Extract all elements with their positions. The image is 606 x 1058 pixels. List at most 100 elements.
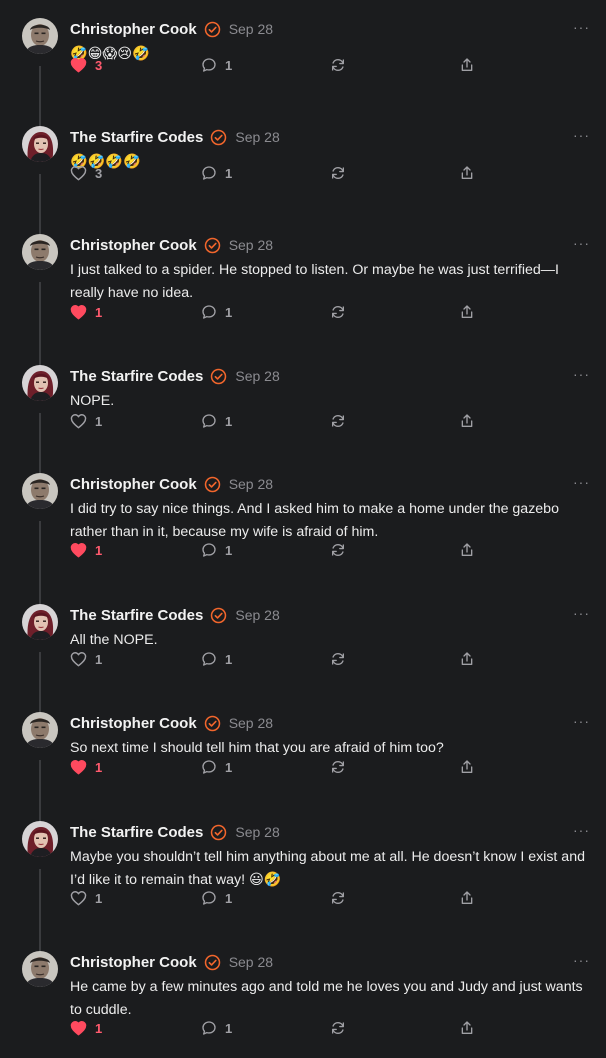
comment-date[interactable]: Sep 28 [229,21,273,37]
more-options-icon[interactable]: ··· [573,606,590,620]
reply-button[interactable]: 1 [201,757,232,777]
avatar[interactable] [22,234,58,270]
restack-button[interactable] [330,540,346,560]
heart-icon [70,166,87,181]
author-name[interactable]: The Starfire Codes [70,607,203,624]
like-button[interactable]: 1 [70,1018,102,1038]
heart-icon [70,891,87,906]
avatar[interactable] [22,126,58,162]
reply-button[interactable]: 1 [201,888,232,908]
reply-button[interactable]: 1 [201,302,232,322]
comment-date[interactable]: Sep 28 [235,368,279,384]
share-icon [461,652,473,665]
share-button[interactable] [459,540,475,560]
comment-header: The Starfire Codes Sep 28 [70,821,280,843]
author-name[interactable]: The Starfire Codes [70,129,203,146]
restack-button[interactable] [330,757,346,777]
comment-icon [202,891,216,905]
more-options-icon[interactable]: ··· [573,367,590,381]
reply-button[interactable]: 1 [201,1018,232,1038]
more-options-icon[interactable]: ··· [573,475,590,489]
share-button[interactable] [459,888,475,908]
share-button[interactable] [459,1018,475,1038]
comment-date[interactable]: Sep 28 [229,237,273,253]
verified-badge-icon [204,237,220,253]
author-name[interactable]: Christopher Cook [70,21,197,38]
avatar[interactable] [22,473,58,509]
avatar[interactable] [22,951,58,987]
author-name[interactable]: Christopher Cook [70,237,197,254]
like-button[interactable]: 1 [70,540,102,560]
comment-icon [202,414,216,428]
comment-count: 1 [225,542,233,558]
comment-icon [202,166,216,180]
share-button[interactable] [459,302,475,322]
reply-button[interactable]: 1 [201,649,232,669]
author-name[interactable]: The Starfire Codes [70,824,203,841]
like-count: 1 [95,1020,103,1036]
author-name[interactable]: The Starfire Codes [70,368,203,385]
comment-date[interactable]: Sep 28 [235,607,279,623]
reply-button[interactable]: 1 [201,540,232,560]
comment-date[interactable]: Sep 28 [229,954,273,970]
share-button[interactable] [459,757,475,777]
comment-icon [202,760,216,774]
thread-line [39,652,41,712]
like-button[interactable]: 3 [70,55,102,75]
more-options-icon[interactable]: ··· [573,953,590,967]
reply-button[interactable]: 1 [201,163,232,183]
heart-icon [70,58,87,73]
restack-button[interactable] [330,302,346,322]
like-button[interactable]: 1 [70,649,102,669]
comment-actions: 1 1 [70,302,490,322]
restack-button[interactable] [330,1018,346,1038]
restack-button[interactable] [330,411,346,431]
share-icon [461,760,473,773]
verified-badge-icon [211,368,227,384]
avatar[interactable] [22,821,58,857]
restack-button[interactable] [330,163,346,183]
like-button[interactable]: 1 [70,302,102,322]
comment-thread: Christopher Cook Sep 28 ··· 🤣😁😱😢🤣 3 1 Th… [0,0,606,1058]
comment-count: 1 [225,165,233,181]
avatar-image [22,951,58,987]
like-button[interactable]: 1 [70,411,102,431]
comment-count: 1 [225,651,233,667]
reply-button[interactable]: 1 [201,55,232,75]
comment-actions: 1 1 [70,888,490,908]
comment-date[interactable]: Sep 28 [235,129,279,145]
avatar[interactable] [22,604,58,640]
restack-button[interactable] [330,649,346,669]
more-options-icon[interactable]: ··· [573,236,590,250]
restack-button[interactable] [330,55,346,75]
comment-body: I just talked to a spider. He stopped to… [70,262,559,301]
author-name[interactable]: Christopher Cook [70,715,197,732]
comment-date[interactable]: Sep 28 [235,824,279,840]
comment-actions: 3 1 [70,163,490,183]
author-name[interactable]: Christopher Cook [70,476,197,493]
comment-date[interactable]: Sep 28 [229,476,273,492]
share-button[interactable] [459,411,475,431]
share-icon [461,414,473,427]
like-button[interactable]: 1 [70,888,102,908]
avatar[interactable] [22,365,58,401]
reply-button[interactable]: 1 [201,411,232,431]
share-button[interactable] [459,55,475,75]
more-options-icon[interactable]: ··· [573,20,590,34]
verified-badge-icon [211,607,227,623]
share-button[interactable] [459,649,475,669]
share-button[interactable] [459,163,475,183]
like-button[interactable]: 1 [70,757,102,777]
more-options-icon[interactable]: ··· [573,128,590,142]
author-name[interactable]: Christopher Cook [70,954,197,971]
heart-icon [70,414,87,429]
avatar[interactable] [22,712,58,748]
more-options-icon[interactable]: ··· [573,823,590,837]
like-button[interactable]: 3 [70,163,102,183]
restack-button[interactable] [330,888,346,908]
comment-date[interactable]: Sep 28 [229,715,273,731]
more-options-icon[interactable]: ··· [573,714,590,728]
avatar[interactable] [22,18,58,54]
avatar-image [22,604,58,640]
comment-header: The Starfire Codes Sep 28 [70,126,280,148]
